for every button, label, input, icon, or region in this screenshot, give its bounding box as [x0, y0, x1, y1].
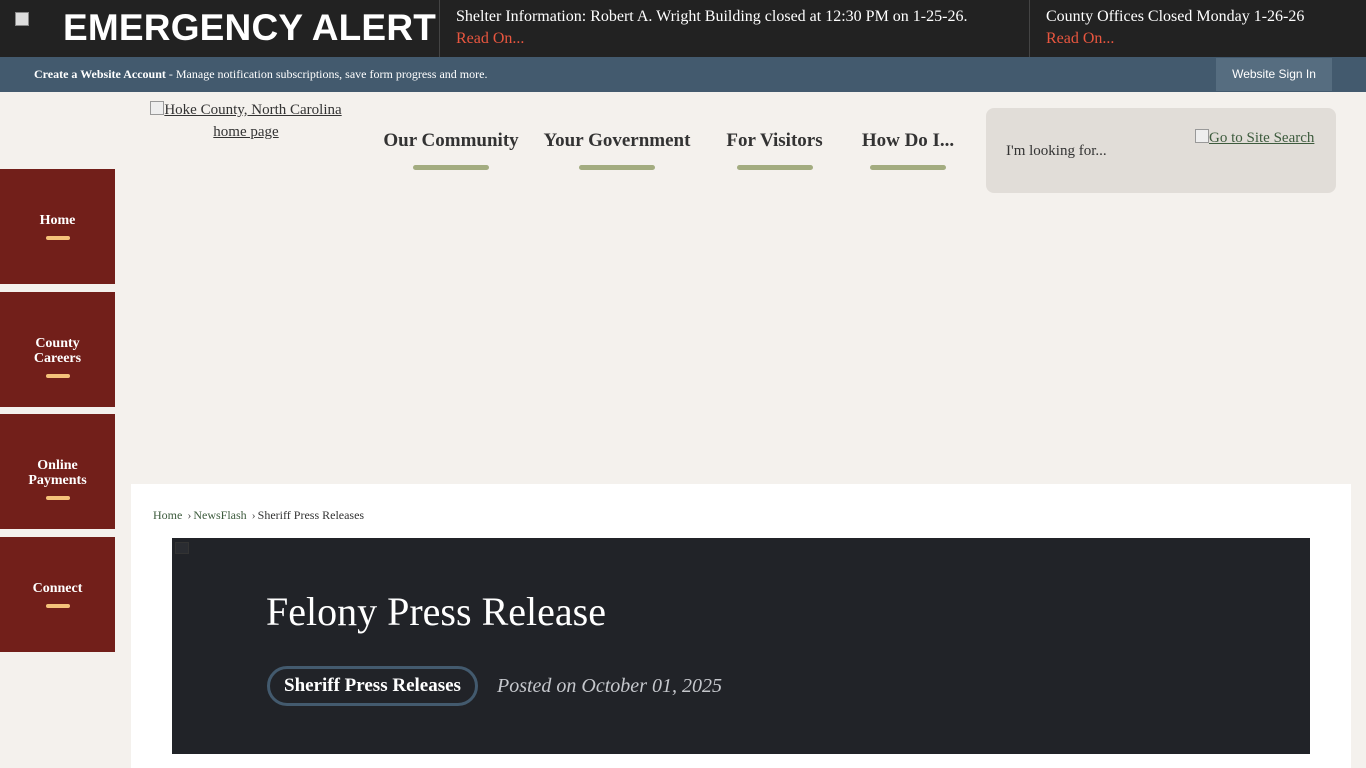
search-link-text: Go to Site Search — [1209, 130, 1315, 146]
breadcrumb-separator: › — [187, 508, 192, 522]
article-hero: Felony Press Release Sheriff Press Relea… — [172, 538, 1310, 754]
alert-broken-image-icon — [15, 8, 55, 52]
search-icon — [1195, 129, 1209, 143]
breadcrumb-separator: › — [251, 508, 256, 522]
website-sign-in-button[interactable]: Website Sign In — [1216, 58, 1332, 91]
side-button-label: Connect — [32, 581, 83, 596]
alert-brand: EMERGENCY ALERT — [0, 0, 440, 57]
side-button-label: Online Payments — [28, 457, 87, 488]
nav-how-do-i[interactable]: How Do I... — [858, 130, 958, 170]
side-button-label: Home — [39, 213, 76, 228]
go-to-site-search-button[interactable]: Go to Site Search — [1195, 129, 1314, 147]
site-logo[interactable]: Hoke County, North Carolina home page — [146, 99, 346, 143]
logo-alt-text: Hoke County, North Carolina home page — [164, 102, 342, 140]
alert-brand-text: EMERGENCY ALERT — [63, 7, 437, 48]
broken-image-icon — [175, 542, 189, 554]
side-button-online-payments[interactable]: Online Payments — [0, 414, 115, 529]
nav-label: For Visitors — [726, 130, 823, 151]
side-button-county-careers[interactable]: County Careers — [0, 292, 115, 407]
nav-underline — [736, 165, 813, 170]
side-button-label: County Careers — [33, 335, 82, 366]
search-input[interactable] — [1006, 141, 1186, 161]
alert-read-on-link[interactable]: Read On... — [456, 30, 524, 47]
account-text: Create a Website Account - Manage notifi… — [34, 67, 487, 82]
alert-title: Shelter Information: Robert A. Wright Bu… — [456, 8, 968, 25]
side-button-connect[interactable]: Connect — [0, 537, 115, 652]
breadcrumb-newsflash[interactable]: NewsFlash — [193, 508, 246, 522]
nav-underline — [579, 165, 655, 170]
nav-label: Our Community — [383, 130, 519, 151]
nav-label: Your Government — [543, 130, 691, 151]
article-title: Felony Press Release — [266, 589, 606, 634]
alert-item-shelter: Shelter Information: Robert A. Wright Bu… — [440, 0, 1030, 57]
nav-for-visitors[interactable]: For Visitors — [722, 130, 827, 170]
site-search-box: Go to Site Search — [986, 108, 1336, 193]
side-button-accent — [45, 604, 70, 608]
side-button-accent — [45, 373, 70, 378]
article-posted-date: Posted on October 01, 2025 — [497, 675, 722, 697]
breadcrumb: Home › NewsFlash › Sheriff Press Releases — [153, 508, 364, 523]
account-bar: Create a Website Account - Manage notifi… — [0, 57, 1366, 92]
content-panel: Home › NewsFlash › Sheriff Press Releases Fe… — [131, 484, 1351, 768]
alert-title: County Offices Closed Monday 1-26-26 — [1046, 8, 1305, 25]
alert-read-on-link[interactable]: Read On... — [1046, 30, 1114, 47]
nav-label: How Do I... — [861, 130, 955, 151]
create-account-link[interactable]: Create a Website Account — [34, 67, 166, 81]
emergency-alert-bar: EMERGENCY ALERT Shelter Information: Rob… — [0, 0, 1366, 57]
alert-item-offices-closed: County Offices Closed Monday 1-26-26 Rea… — [1030, 0, 1366, 57]
nav-your-government[interactable]: Your Government — [542, 130, 692, 170]
logo-home-link[interactable]: Hoke County, North Carolina home page — [150, 101, 342, 140]
side-button-accent — [45, 495, 70, 500]
breadcrumb-current: Sheriff Press Releases — [257, 508, 365, 522]
article-category-badge[interactable]: Sheriff Press Releases — [267, 666, 478, 706]
side-button-home[interactable]: Home — [0, 169, 115, 284]
side-button-accent — [45, 236, 70, 240]
breadcrumb-home[interactable]: Home — [153, 508, 182, 522]
broken-image-icon — [150, 101, 165, 115]
nav-our-community[interactable]: Our Community — [375, 130, 527, 170]
nav-underline — [870, 165, 946, 170]
nav-underline — [413, 165, 489, 170]
account-description: - Manage notification subscriptions, sav… — [165, 67, 488, 81]
